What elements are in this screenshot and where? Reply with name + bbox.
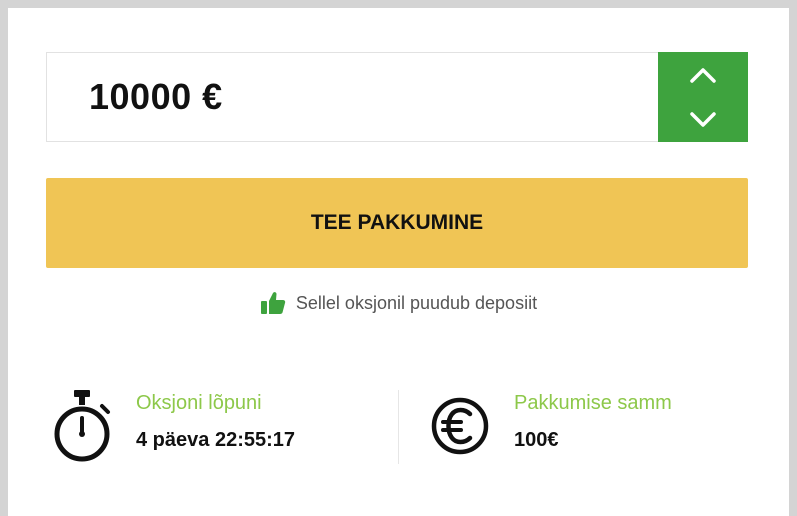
bid-amount-value: 10000 €: [89, 76, 223, 117]
bid-step-text: Pakkumise samm 100€: [514, 392, 672, 452]
deposit-note: Sellel oksjonil puudub deposiit: [8, 290, 789, 316]
info-divider: [398, 390, 399, 464]
chevron-up-icon: [690, 67, 716, 83]
increase-bid-button[interactable]: [658, 52, 748, 97]
bid-step-label: Pakkumise samm: [514, 392, 672, 414]
auction-end-label: Oksjoni lõpuni: [136, 392, 262, 414]
stopwatch-icon: [54, 390, 110, 462]
bid-step-value: 100€: [514, 429, 559, 451]
auction-end-value: 4 päeva 22:55:17: [136, 429, 296, 451]
thumbs-up-icon: [260, 292, 286, 314]
bid-stepper: [658, 52, 748, 142]
deposit-note-text: Sellel oksjonil puudub deposiit: [295, 292, 538, 313]
bid-amount-input[interactable]: 10000 €: [46, 52, 699, 142]
submit-bid-button[interactable]: TEE PAKKUMINE: [46, 178, 748, 268]
bid-amount-row: 10000 €: [46, 52, 748, 142]
chevron-down-icon: [690, 111, 716, 127]
euro-icon: [431, 397, 489, 455]
auction-end-text: Oksjoni lõpuni 4 päeva 22:55:17: [136, 392, 295, 452]
decrease-bid-button[interactable]: [658, 97, 748, 142]
bid-panel: 10000 € TEE PAKKUMINE Sellel oksjonil pu…: [8, 8, 789, 516]
